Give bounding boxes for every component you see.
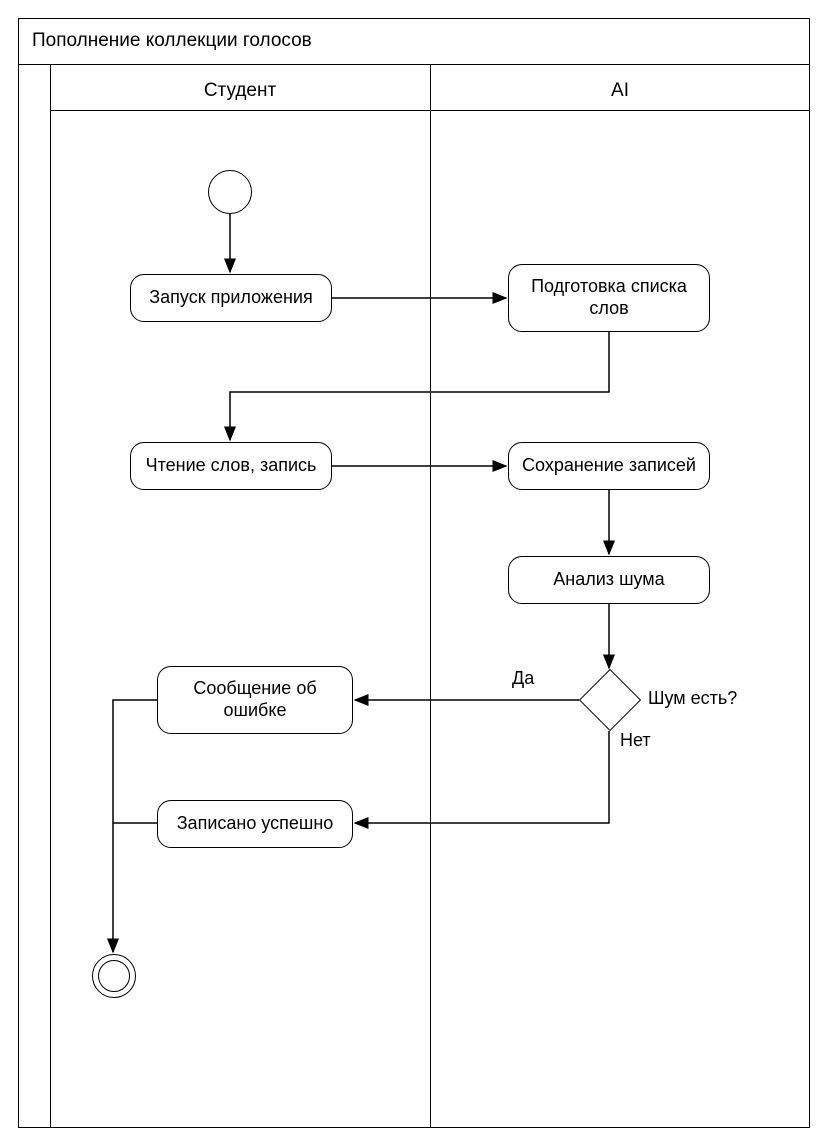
decision-no-label: Нет (620, 730, 651, 751)
lane-left-border (50, 64, 51, 1128)
activity-prepare-word-list: Подготовка списка слов (508, 264, 710, 332)
decision-yes-label: Да (512, 668, 534, 689)
decision-question-label: Шум есть? (648, 688, 737, 709)
lane-divider (430, 64, 431, 1128)
lane-label-student: Студент (50, 76, 430, 106)
activity-read-words-record: Чтение слов, запись (130, 442, 332, 490)
activity-save-records: Сохранение записей (508, 442, 710, 490)
activity-analyze-noise: Анализ шума (508, 556, 710, 604)
title-separator (18, 64, 810, 65)
end-node (92, 954, 136, 998)
diagram-title: Пополнение коллекции голосов (18, 18, 326, 64)
activity-error-message: Сообщение об ошибке (157, 666, 353, 734)
lane-header-separator (50, 110, 810, 111)
lane-label-ai: AI (430, 76, 810, 106)
start-node (208, 170, 252, 214)
activity-launch-app: Запуск приложения (130, 274, 332, 322)
activity-recorded-success: Записано успешно (157, 800, 353, 848)
activity-diagram: Пополнение коллекции голосов Студент AI … (10, 10, 810, 1130)
